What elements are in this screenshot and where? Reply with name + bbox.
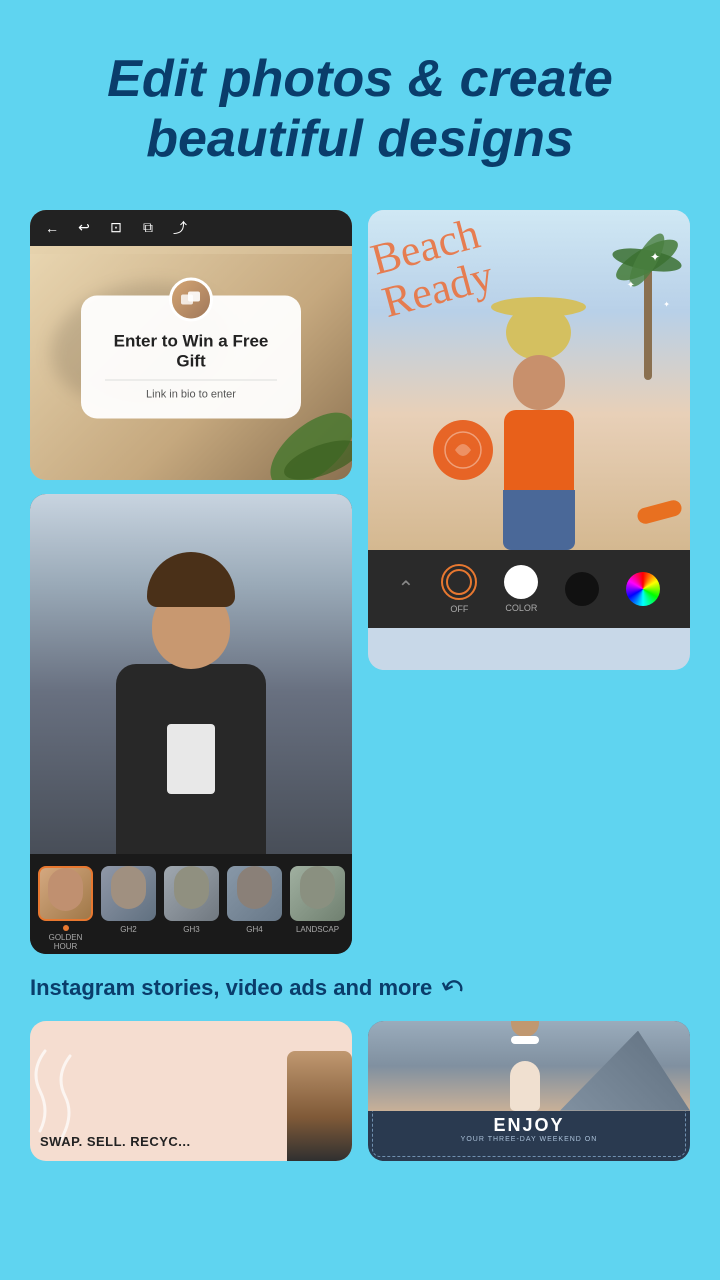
filter-gh2[interactable]: GH2 [101,866,156,951]
win-avatar [169,277,213,321]
swap-text: SWAP. SELL. RECYC... [40,1133,191,1151]
undo-icon[interactable]: ↩ [76,220,92,236]
beach-toolbar: ⌃ OFF COLOR [368,550,690,628]
enjoy-person-head [511,1021,539,1037]
bottom-row: SWAP. SELL. RECYC... ENJOY YOUR THREE-DA… [0,1021,720,1161]
filter-img-gh3 [164,866,219,921]
win-overlay: Enter to Win a Free Gift Link in bio to … [81,295,301,419]
filter-landscape[interactable]: LANDSCAP [290,866,345,951]
win-divider [105,380,277,381]
sparkle-3: ✦ [663,300,670,309]
filter-gh3[interactable]: GH3 [164,866,219,951]
enjoy-main-text: ENJOY [376,1115,682,1136]
filter-label-gh1: GOLDEN HOUR [38,933,93,951]
filter-gh4[interactable]: GH4 [227,866,282,951]
palm-leaves [610,220,685,300]
portrait-person [116,552,266,854]
beach-person [491,295,586,550]
win-avatar-inner [172,280,210,318]
export-icon[interactable]: ⤴ [172,220,188,236]
filter-img-gh2 [101,866,156,921]
card-win: ← ↩ ⊡ ⧉ ⤴ En [30,210,352,480]
chevron-up-btn[interactable]: ⌃ [398,576,415,601]
card-enjoy: ENJOY YOUR THREE-DAY WEEKEND ON [368,1021,690,1161]
hero-title: Edit photos & create beautiful designs [0,0,720,200]
filter-label-gh3: GH3 [183,925,199,934]
filter-img-gh4 [227,866,282,921]
layers-icon[interactable]: ⧉ [140,220,156,236]
frame-icon[interactable]: ⊡ [108,220,124,236]
off-option[interactable]: OFF [441,564,477,614]
filter-label-landscape: LANDSCAP [296,925,339,934]
enjoy-sub-text: YOUR THREE-DAY WEEKEND ON [376,1136,682,1143]
sparkle-2: ✦ [627,280,635,291]
squiggle-decoration [30,1021,160,1151]
filter-img-landscape [290,866,345,921]
stories-label: Instagram stories, video ads and more [30,974,432,1003]
swap-person [277,1031,352,1161]
enjoy-person-body [510,1061,540,1111]
badge-circle [433,420,493,480]
win-subtitle: Link in bio to enter [105,389,277,401]
mountain-bg [560,1031,690,1111]
back-icon[interactable]: ← [44,220,60,236]
card-beach: BeachReady ✦ ✦ ✦ [368,210,690,670]
enjoy-person-hairband [511,1036,539,1044]
enjoy-card-photo [368,1021,690,1111]
beach-photo: BeachReady ✦ ✦ ✦ [368,210,690,550]
filter-img-golden-hour [38,866,93,921]
card-swap: SWAP. SELL. RECYC... [30,1021,352,1161]
filter-active-dot [63,925,69,931]
main-grid: ← ↩ ⊡ ⧉ ⤴ En [0,200,720,964]
arrow-decoration: ↷ [435,969,468,1008]
black-color-btn[interactable] [565,572,599,606]
filter-strip: GOLDEN HOUR GH2 GH3 [30,854,352,954]
photos-icon [180,290,202,308]
color-wheel-btn[interactable] [626,572,660,606]
sparkle-1: ✦ [650,250,660,264]
enjoy-card-person [502,1031,547,1111]
win-toolbar: ← ↩ ⊡ ⧉ ⤴ [30,210,352,246]
stories-section: Instagram stories, video ads and more ↷ [0,964,720,1013]
filter-label-gh4: GH4 [246,925,262,934]
color-option[interactable]: COLOR [504,565,538,613]
badge-icon [443,430,483,470]
win-title: Enter to Win a Free Gift [105,331,277,372]
portrait-photo [30,494,352,854]
filter-label-gh2: GH2 [120,925,136,934]
enjoy-text-area: ENJOY YOUR THREE-DAY WEEKEND ON [368,1111,690,1147]
card-portrait: GOLDEN HOUR GH2 GH3 [30,494,352,954]
filter-golden-hour[interactable]: GOLDEN HOUR [38,866,93,951]
